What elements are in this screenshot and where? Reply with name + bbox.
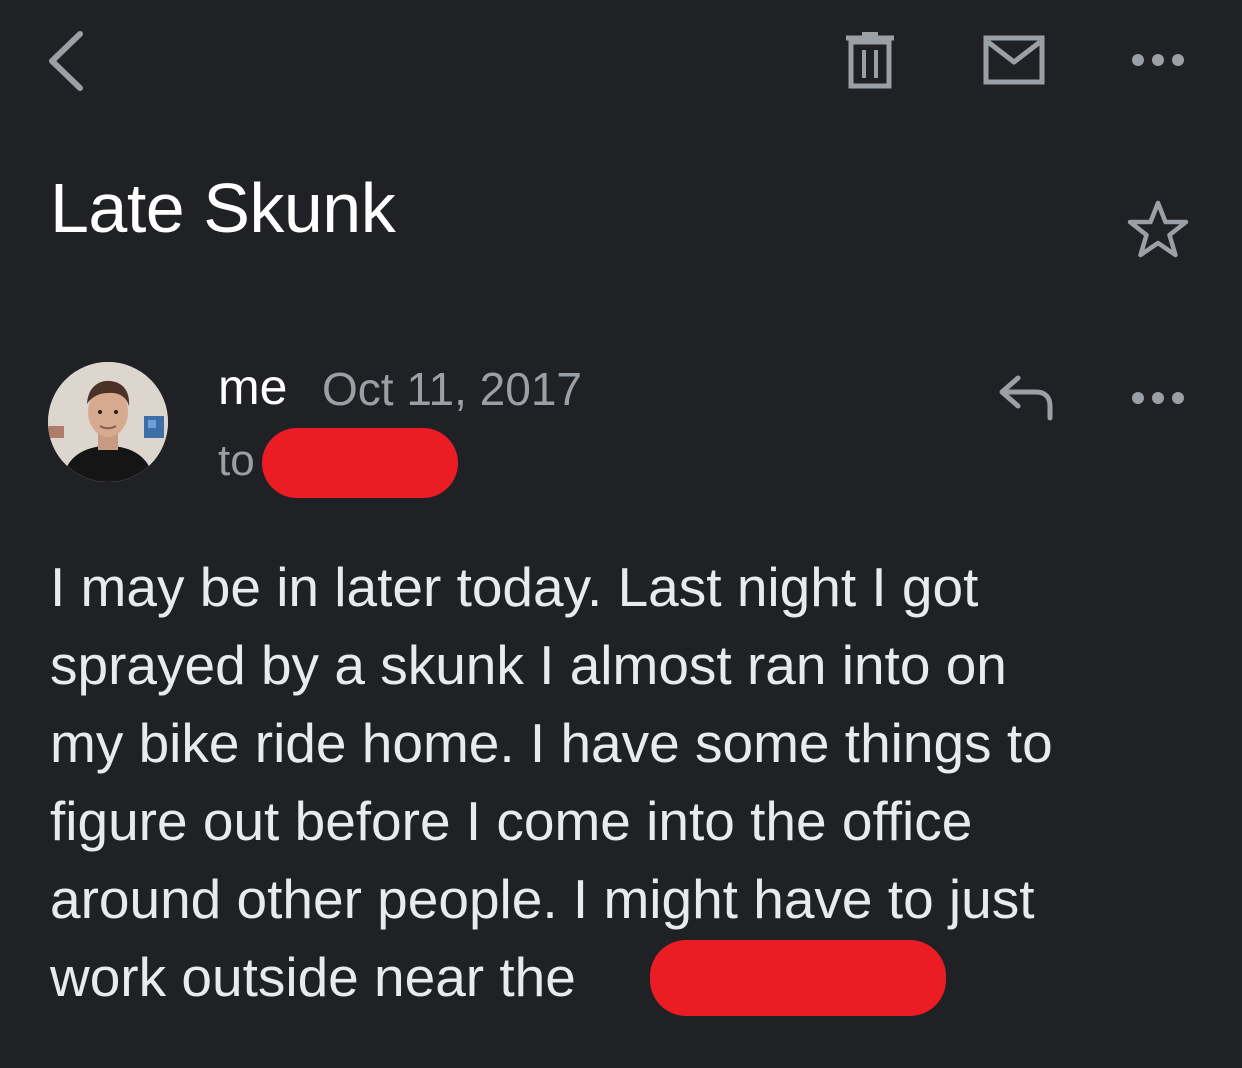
email-subject: Late Skunk xyxy=(50,169,396,247)
avatar-photo xyxy=(48,362,168,482)
email-date: Oct 11, 2017 xyxy=(322,363,582,415)
body-line: around other people. I might have to jus… xyxy=(50,868,1035,930)
trash-icon xyxy=(846,32,894,89)
body-line: my bike ride home. I have some things to xyxy=(50,712,1053,774)
more-horizontal-icon xyxy=(1132,54,1184,66)
body-line: sprayed by a skunk I almost ran into on xyxy=(50,634,1007,696)
sender-avatar[interactable] xyxy=(48,362,168,482)
toolbar-more-button[interactable] xyxy=(1130,48,1186,72)
more-horizontal-icon xyxy=(1132,392,1184,404)
body-redaction xyxy=(650,940,946,1016)
to-label: to xyxy=(218,436,255,485)
reply-button[interactable] xyxy=(996,372,1058,424)
star-button[interactable] xyxy=(1126,198,1190,262)
mark-unread-button[interactable] xyxy=(982,34,1046,86)
body-line: figure out before I come into the office xyxy=(50,790,973,852)
delete-button[interactable] xyxy=(842,30,898,90)
reply-icon xyxy=(999,375,1053,421)
sender-name: me xyxy=(218,359,288,415)
email-body: I may be in later today. Last night I go… xyxy=(50,548,1200,1016)
star-outline-icon xyxy=(1127,200,1189,258)
chevron-left-icon xyxy=(49,31,83,91)
body-line: I may be in later today. Last night I go… xyxy=(50,556,979,618)
back-button[interactable] xyxy=(40,26,100,96)
message-more-button[interactable] xyxy=(1130,386,1186,410)
mail-icon xyxy=(983,35,1045,85)
body-line: work outside near the xyxy=(50,946,576,1008)
recipient-redaction xyxy=(262,428,458,498)
recipient-label[interactable]: to xyxy=(218,436,255,486)
